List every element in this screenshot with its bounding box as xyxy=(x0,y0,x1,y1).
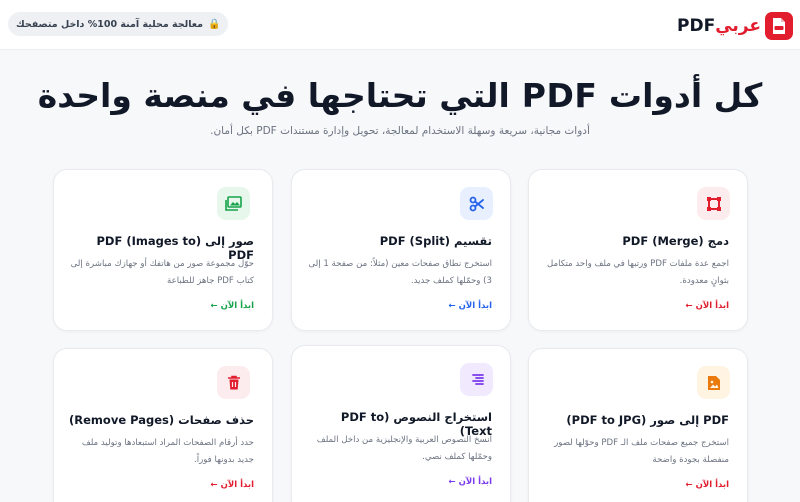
image-file-icon xyxy=(697,366,730,399)
tool-description: حوّل مجموعة صور من هاتفك أو جهازك مباشرة… xyxy=(70,259,254,286)
tool-card-images-to-pdf[interactable]: صور إلى (PDF (Images to PDF حوّل مجموعة … xyxy=(53,169,273,331)
start-now-link[interactable]: ابدأ الآن ← xyxy=(211,301,254,311)
pdf-file-icon xyxy=(765,12,793,40)
logo-pdf: PDF xyxy=(677,16,716,36)
tool-title: PDF إلى صور (PDF to JPG) xyxy=(566,413,729,427)
text-lines-icon xyxy=(460,363,493,396)
tool-description: حدد أرقام الصفحات المراد استبعادها وتولي… xyxy=(81,438,254,465)
tool-card-pdf-to-text[interactable]: استخراج النصوص (PDF to Text) انسخ النصوص… xyxy=(291,345,511,502)
start-now-link[interactable]: ابدأ الآن ← xyxy=(449,477,492,487)
trash-icon xyxy=(217,366,250,399)
start-now-link[interactable]: ابدأ الآن ← xyxy=(686,301,729,311)
image-icon xyxy=(217,187,250,220)
start-now-link[interactable]: ابدأ الآن ← xyxy=(449,301,492,311)
page-title: كل أدوات PDF التي تحتاجها في منصة واحدة xyxy=(37,76,763,115)
scissors-icon xyxy=(460,187,493,220)
tool-card-remove-pages[interactable]: حذف صفحات (Remove Pages) حدد أرقام الصفح… xyxy=(53,348,273,502)
top-header: PDF عربي 🔒 معالجة محلية آمنة 100% داخل مت… xyxy=(0,0,800,50)
merge-icon xyxy=(697,187,730,220)
tool-title: دمج (PDF (Merge xyxy=(622,234,729,248)
page-subtitle: أدوات مجانية، سريعة وسهلة الاستخدام لمعا… xyxy=(210,125,590,137)
lock-icon: 🔒 xyxy=(208,18,221,30)
tool-description: استخرج نطاق صفحات معين (مثلاً: من صفحة 1… xyxy=(308,259,492,286)
tool-card-split[interactable]: تقسيم (PDF (Split استخرج نطاق صفحات معين… xyxy=(291,169,511,331)
logo-arabic: عربي xyxy=(715,16,761,36)
tool-description: استخرج جميع صفحات ملف الـ PDF وحوّلها لص… xyxy=(554,438,729,465)
tool-card-merge[interactable]: دمج (PDF (Merge اجمع عدة ملفات PDF ورتبه… xyxy=(528,169,748,331)
site-logo[interactable]: PDF عربي xyxy=(677,11,793,41)
tool-description: اجمع عدة ملفات PDF ورتبها في ملف واحد مت… xyxy=(546,259,729,286)
privacy-text: معالجة محلية آمنة 100% داخل متصفحك xyxy=(16,18,204,30)
start-now-link[interactable]: ابدأ الآن ← xyxy=(686,480,729,490)
tool-description: انسخ النصوص العربية والإنجليزية من داخل … xyxy=(316,435,492,462)
logo-text: PDF عربي xyxy=(677,16,761,36)
tool-title: حذف صفحات (Remove Pages) xyxy=(69,413,254,427)
privacy-badge: 🔒 معالجة محلية آمنة 100% داخل متصفحك xyxy=(8,12,229,36)
start-now-link[interactable]: ابدأ الآن ← xyxy=(211,480,254,490)
tool-title: تقسيم (PDF (Split xyxy=(379,234,492,248)
tool-card-pdf-to-jpg[interactable]: PDF إلى صور (PDF to JPG) استخرج جميع صفح… xyxy=(528,348,748,502)
